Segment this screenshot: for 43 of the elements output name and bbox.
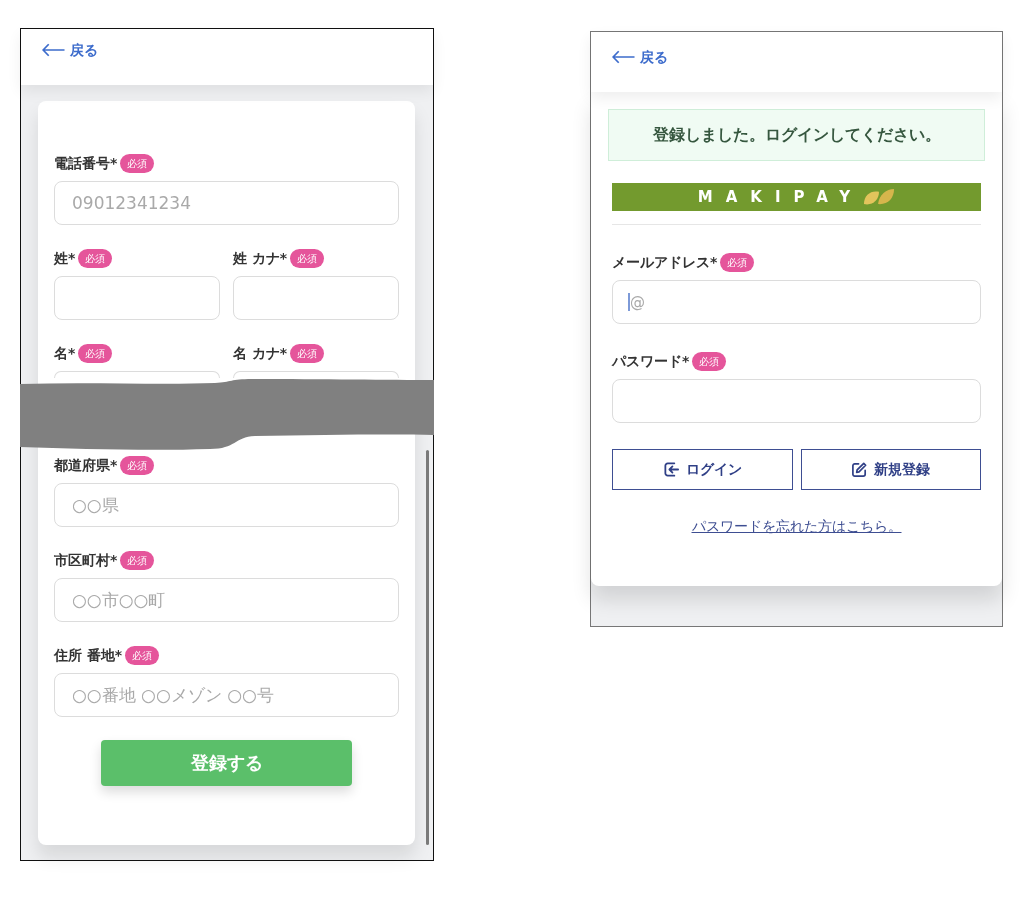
input-field[interactable]: 09012341234 <box>54 181 399 225</box>
field-label: 名* <box>54 344 76 363</box>
arrow-left-icon <box>42 43 65 57</box>
box-arrow-icon <box>662 461 680 478</box>
required-badge: 必須 <box>120 455 155 475</box>
input-field[interactable]: ○○県 <box>54 483 399 527</box>
input-field[interactable]: @ <box>612 280 981 324</box>
login-button[interactable]: ログイン <box>612 449 793 490</box>
input-field[interactable]: ○○市○○町 <box>54 578 399 622</box>
field-label: 電話番号* <box>54 154 118 173</box>
success-message: 登録しました。ログインしてください。 <box>608 109 985 161</box>
required-badge: 必須 <box>120 550 155 570</box>
required-badge: 必須 <box>78 248 113 268</box>
required-badge: 必須 <box>720 252 755 272</box>
field-label: パスワード* <box>612 352 690 371</box>
field-label: 都道府県* <box>54 456 118 475</box>
field-label: 名 カナ* <box>233 344 288 363</box>
input-field[interactable]: ○○番地 ○○メゾン ○○号 <box>54 673 399 717</box>
text-cursor <box>628 293 630 311</box>
required-badge: 必須 <box>290 343 325 363</box>
field-label: 姓 カナ* <box>233 249 288 268</box>
input-field[interactable] <box>612 379 981 423</box>
signup-button[interactable]: 新規登録 <box>800 449 981 490</box>
required-badge: 必須 <box>290 248 325 268</box>
arrow-left-icon <box>612 50 635 64</box>
field-label: メールアドレス* <box>612 253 718 272</box>
field-label: 市区町村* <box>54 551 118 570</box>
required-badge: 必須 <box>120 153 155 173</box>
input-field[interactable] <box>233 371 399 378</box>
required-badge: 必須 <box>78 343 113 363</box>
logo-text: MAKIPAY <box>697 187 864 207</box>
input-field[interactable] <box>233 276 399 320</box>
input-field[interactable] <box>54 371 220 378</box>
back-link[interactable]: 戻る <box>42 40 98 60</box>
field-label: 姓* <box>54 249 76 268</box>
required-badge: 必須 <box>125 645 160 665</box>
field-label: 住所 番地* <box>54 646 123 665</box>
required-badge: 必須 <box>692 351 727 371</box>
input-field[interactable] <box>54 276 220 320</box>
back-link[interactable]: 戻る <box>612 47 668 67</box>
leaves-icon <box>863 187 896 207</box>
forgot-password-link[interactable]: パスワードを忘れた方はこちら。 <box>691 518 902 534</box>
scrollbar-thumb[interactable] <box>426 450 429 845</box>
